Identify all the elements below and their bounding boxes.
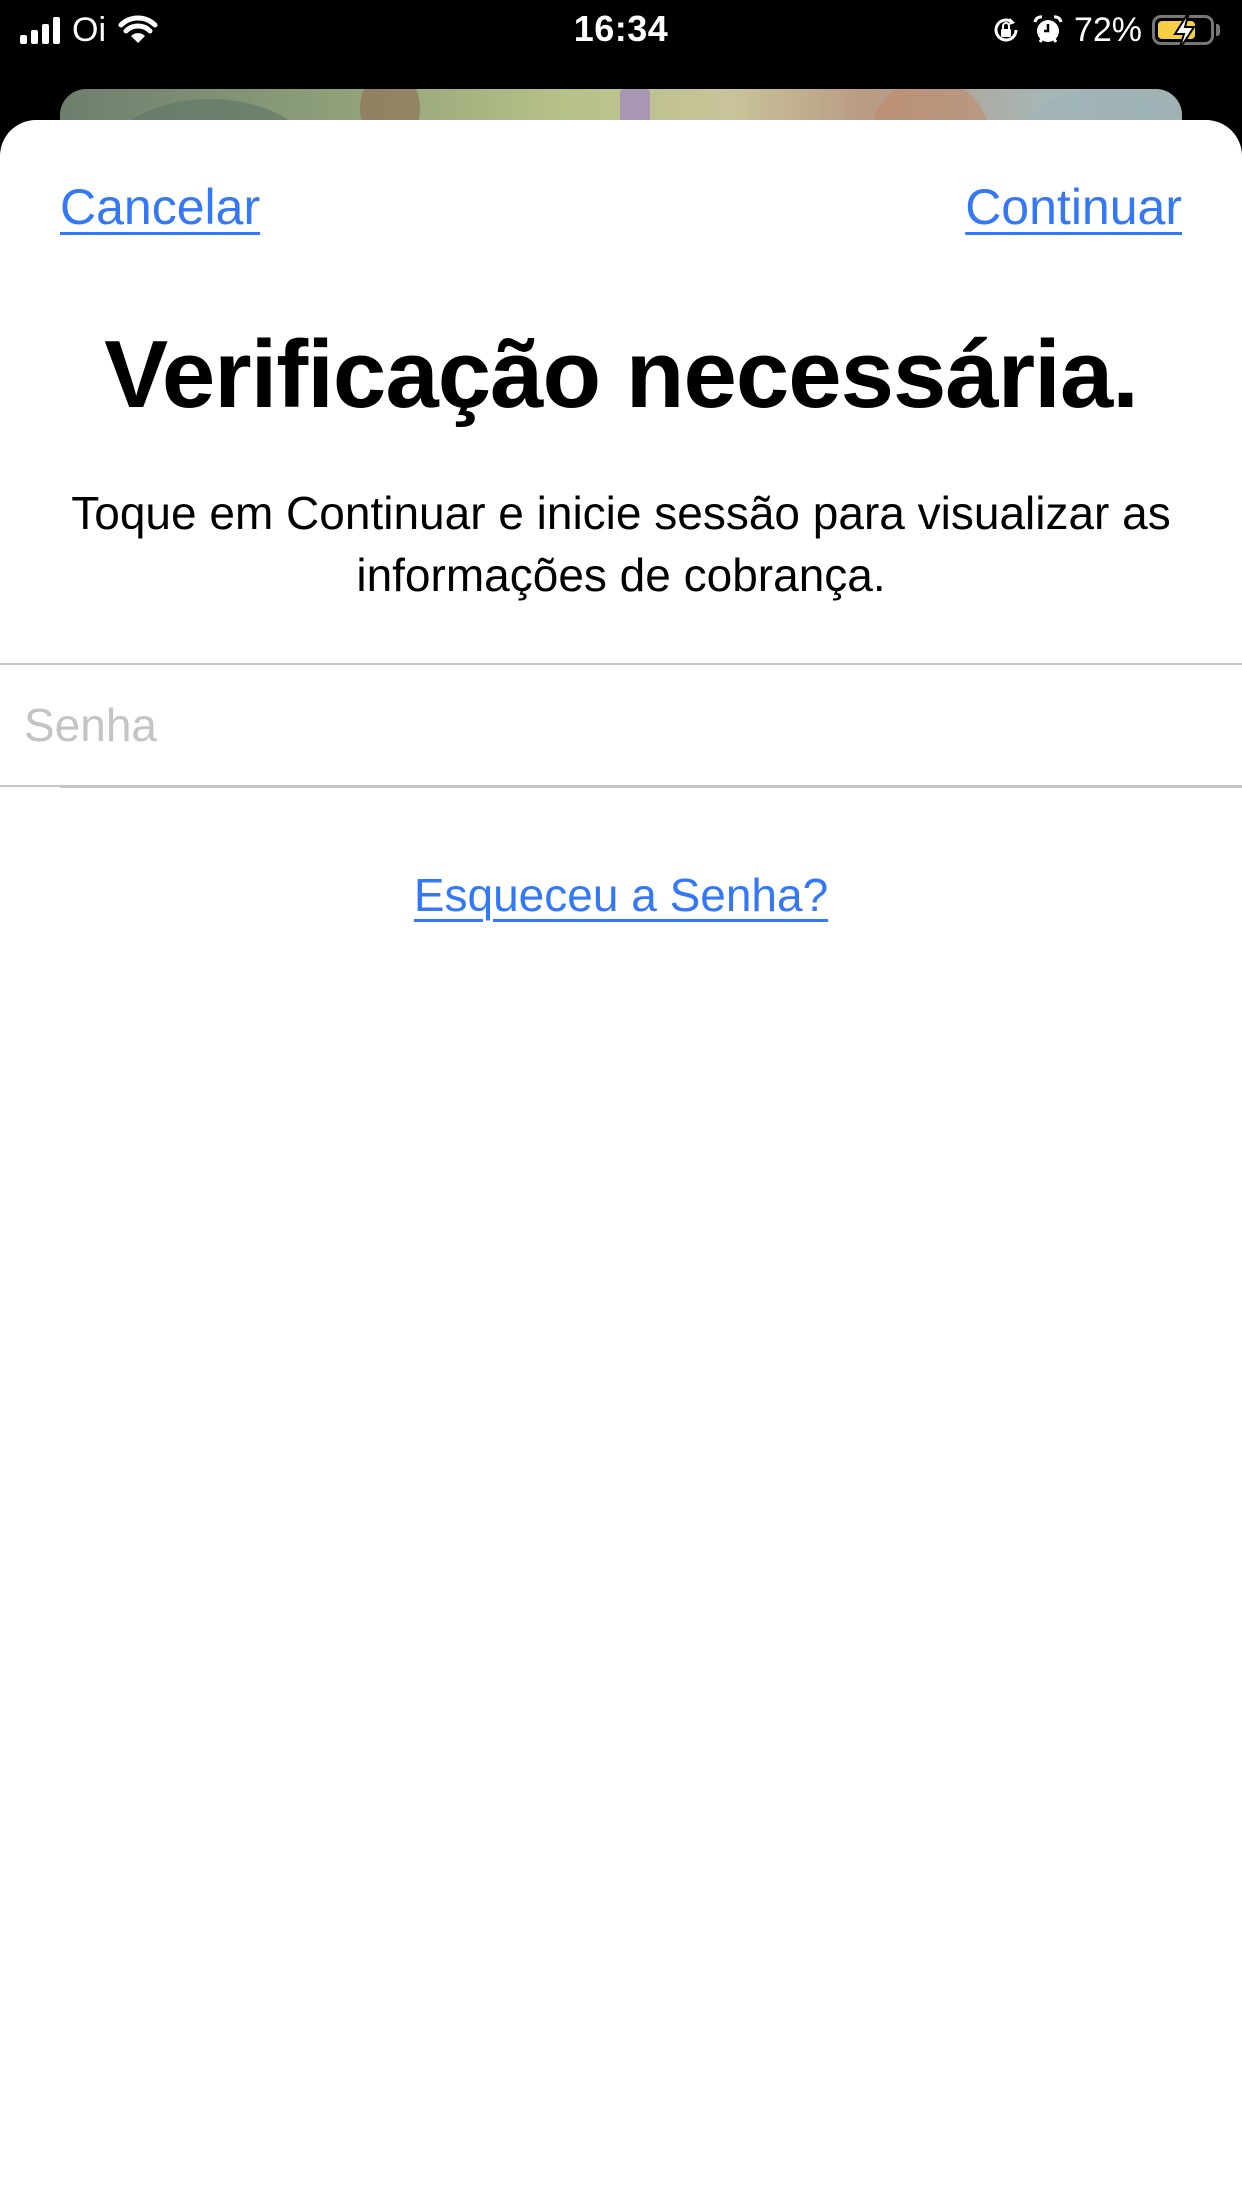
forgot-password-container: Esqueceu a Senha? bbox=[0, 868, 1242, 922]
forgot-password-link[interactable]: Esqueceu a Senha? bbox=[414, 869, 828, 921]
field-underline bbox=[60, 785, 1242, 788]
status-bar: Oi 16:34 72% bbox=[0, 0, 1242, 62]
battery-icon bbox=[1152, 11, 1214, 51]
orientation-lock-icon bbox=[994, 18, 1018, 42]
battery-cap bbox=[1216, 24, 1220, 36]
page-title: Verificação necessária. bbox=[104, 321, 1139, 428]
battery-percentage: 72% bbox=[1073, 10, 1142, 49]
status-bar-right: 72% bbox=[990, 10, 1220, 51]
alarm-icon bbox=[1033, 15, 1063, 43]
charging-bolt-icon bbox=[1173, 11, 1196, 51]
verification-sheet: Cancelar Continuar Verificação necessári… bbox=[0, 120, 1242, 2208]
divider bbox=[0, 785, 1242, 788]
continue-button[interactable]: Continuar bbox=[965, 178, 1182, 236]
password-field[interactable] bbox=[0, 665, 1242, 785]
cancel-button[interactable]: Cancelar bbox=[60, 178, 260, 236]
page-subtitle: Toque em Continuar e inicie sessão para … bbox=[71, 487, 1171, 601]
